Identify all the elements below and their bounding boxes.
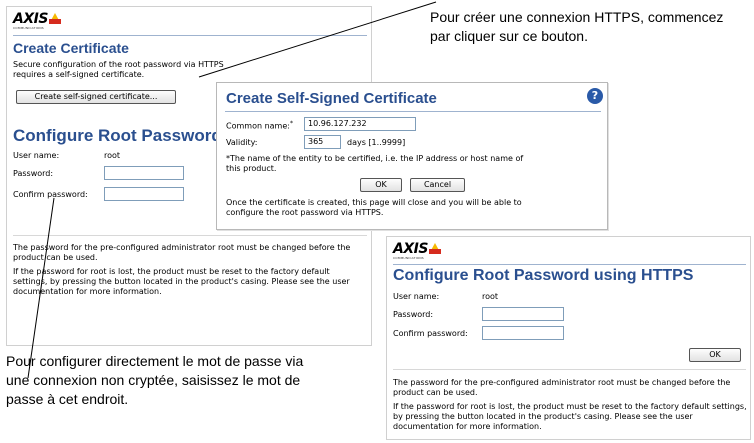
https-callout: Pour créer une connexion HTTPS, commence… <box>430 8 754 46</box>
required-marker: * <box>289 120 293 127</box>
https-callout-line-1: Pour créer une connexion HTTPS, commence… <box>430 9 724 25</box>
validity-units: days [1..9999] <box>347 138 406 147</box>
lost-password-note: If the password for root is lost, the pr… <box>13 267 350 296</box>
https-page-panel: AXIS COMMUNICATIONS Configure Root Passw… <box>386 236 751 440</box>
notes-divider <box>13 235 367 236</box>
admin-password-note: The password for the pre-configured admi… <box>13 243 351 262</box>
https-header-divider <box>393 264 746 265</box>
https-notes-divider <box>393 369 746 370</box>
direct-callout-line-2: une connexion non cryptée, saisissez le … <box>6 372 301 388</box>
help-icon[interactable]: ? <box>587 88 603 104</box>
create-self-signed-certificate-button[interactable]: Create self-signed certificate... <box>16 90 176 104</box>
axis-logo: AXIS COMMUNICATIONS <box>13 11 61 30</box>
common-name-footnote: *The name of the entity to be certified,… <box>226 154 524 173</box>
https-lost-password-note: If the password for root is lost, the pr… <box>393 402 747 431</box>
common-name-label: Common name:* <box>226 120 293 131</box>
https-confirm-password-label: Confirm password: <box>393 329 468 338</box>
dialog-ok-button[interactable]: OK <box>360 178 402 192</box>
direct-callout: Pour configurer directement le mot de pa… <box>6 352 366 409</box>
https-user-name-label: User name: <box>393 292 440 301</box>
confirm-password-input[interactable] <box>104 187 184 201</box>
https-page-title: Configure Root Password using HTTPS <box>393 267 694 284</box>
direct-callout-line-3: passe à cet endroit. <box>6 391 129 407</box>
configure-root-password-title: Configure Root Password <box>13 126 222 145</box>
logo-triangle-icon <box>48 13 61 24</box>
user-name-value: root <box>104 151 121 160</box>
validity-label: Validity: <box>226 138 258 147</box>
https-user-name-value: root <box>482 292 499 301</box>
dialog-cancel-button[interactable]: Cancel <box>410 178 465 192</box>
common-name-label-text: Common name: <box>226 121 290 131</box>
https-password-label: Password: <box>393 310 434 319</box>
validity-input[interactable]: 365 <box>304 135 341 149</box>
https-admin-password-note: The password for the pre-configured admi… <box>393 378 731 397</box>
dialog-title: Create Self-Signed Certificate <box>226 90 437 107</box>
https-ok-button[interactable]: OK <box>689 348 741 362</box>
logo-text: AXIS <box>13 11 48 27</box>
logo-triangle-icon-https <box>428 243 441 254</box>
https-callout-line-2: par cliquer sur ce bouton. <box>430 28 588 44</box>
header-divider <box>13 35 367 36</box>
https-confirm-password-input[interactable] <box>482 326 564 340</box>
dialog-after-text: Once the certificate is created, this pa… <box>226 198 522 217</box>
direct-callout-line-1: Pour configurer directement le mot de pa… <box>6 353 304 369</box>
confirm-password-label: Confirm password: <box>13 190 88 199</box>
logo-tagline-https: COMMUNICATIONS <box>393 256 424 260</box>
password-input[interactable] <box>104 166 184 180</box>
https-password-input[interactable] <box>482 307 564 321</box>
logo-tagline: COMMUNICATIONS <box>13 26 44 30</box>
user-name-label: User name: <box>13 151 60 160</box>
create-certificate-title: Create Certificate <box>13 40 129 56</box>
certificate-description: Secure configuration of the root passwor… <box>13 60 224 79</box>
password-label: Password: <box>13 169 54 178</box>
axis-logo-https: AXIS COMMUNICATIONS <box>393 241 441 260</box>
common-name-input[interactable]: 10.96.127.232 <box>304 117 416 131</box>
dialog-title-divider <box>225 111 601 112</box>
create-self-signed-certificate-dialog: Create Self-Signed Certificate ? Common … <box>216 82 608 230</box>
logo-text-https: AXIS <box>393 241 428 257</box>
